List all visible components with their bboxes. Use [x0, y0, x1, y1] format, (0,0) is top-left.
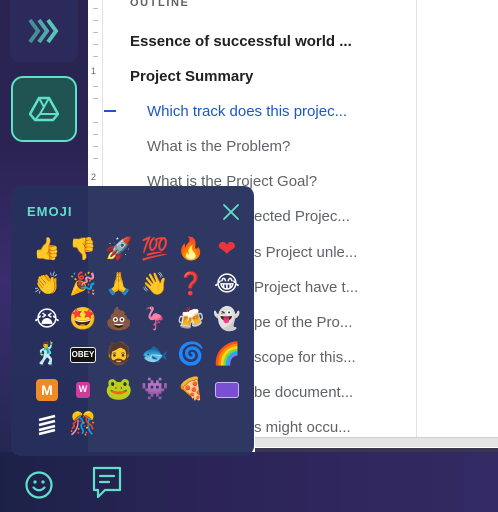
emoji-grid: 👍 👎 🚀 💯 🔥 ❤ 👏 🎉 🙏 👋 ❓ 😂 😭 🤩 💩 🦩 🍻 👻 🕺 OBEY 🧔 🐟 🌀 🌈 M W 🐸 👾 🍕 🎊	[29, 232, 245, 442]
emoji-beer-mugs[interactable]: 🍻	[173, 302, 209, 337]
google-drive-button[interactable]	[11, 76, 77, 142]
emoji-waving-hand[interactable]: 👋	[137, 267, 173, 302]
outline-item[interactable]: Project have t...	[254, 279, 358, 296]
rail-logo-button[interactable]	[10, 0, 78, 62]
outline-item[interactable]: ected Projec...	[254, 208, 350, 225]
emoji-thumbs-down[interactable]: 👎	[65, 232, 101, 267]
emoji-blue-stack-sticker[interactable]: 🌀	[173, 337, 209, 372]
outline-item[interactable]: s Project unle...	[254, 244, 357, 261]
emoji-fire[interactable]: 🔥	[173, 232, 209, 267]
emoji-folded-hands[interactable]: 🙏	[101, 267, 137, 302]
close-icon	[223, 204, 239, 220]
emoji-pink-sticker[interactable]: W	[65, 372, 101, 407]
emoji-crying-face[interactable]: 😭	[29, 302, 65, 337]
chevrons-logo-icon	[28, 18, 59, 44]
emoji-rocket[interactable]: 🚀	[101, 232, 137, 267]
emoji-pepe-frog[interactable]: 🐸	[101, 372, 137, 407]
emoji-party-character-sticker[interactable]: 🎊	[65, 407, 101, 442]
emoji-toggle-button[interactable]	[22, 468, 56, 502]
emoji-picker-panel: EMOJI 👍 👎 🚀 💯 🔥 ❤ 👏 🎉 🙏 👋 ❓ 😂 😭 🤩 💩 🦩 🍻 👻 🕺 OBEY 🧔 🐟 🌀 🌈 M W 🐸 👾 🍕 🎊	[11, 186, 254, 456]
active-outline-marker	[104, 110, 116, 112]
emoji-portrait-sticker[interactable]: 🧔	[101, 337, 137, 372]
outline-item[interactable]: Project Summary	[130, 68, 253, 85]
outline-item[interactable]: be document...	[254, 384, 353, 401]
emoji-ghost[interactable]: 👻	[209, 302, 245, 337]
emoji-question-mark[interactable]: ❓	[173, 267, 209, 302]
outline-divider	[416, 0, 417, 440]
ruler-number: 2	[91, 172, 97, 182]
smiley-icon	[25, 471, 53, 499]
ruler-number: 1	[91, 66, 97, 76]
outline-item[interactable]: Essence of successful world ...	[130, 33, 352, 50]
emoji-dancing-man[interactable]: 🕺	[29, 337, 65, 372]
outline-item[interactable]: What is the Problem?	[147, 138, 290, 155]
purple-sign-sticker-shape	[215, 381, 239, 398]
outline-item[interactable]: pe of the Pro...	[254, 314, 352, 331]
emoji-purple-sign-sticker[interactable]	[209, 372, 245, 407]
emoji-party-popper[interactable]: 🎉	[65, 267, 101, 302]
emoji-thumbs-up[interactable]: 👍	[29, 232, 65, 267]
stacked-logo-icon	[38, 414, 56, 435]
emoji-star-struck[interactable]: 🤩	[65, 302, 101, 337]
close-button[interactable]	[221, 202, 241, 222]
outline-item[interactable]: s might occu...	[254, 419, 351, 436]
emoji-stacked-logo-sticker[interactable]	[29, 407, 65, 442]
emoji-hundred-points[interactable]: 💯	[137, 232, 173, 267]
outline-item[interactable]: scope for this...	[254, 349, 356, 366]
outline-item-active[interactable]: Which track does this projec...	[147, 103, 347, 120]
emoji-obey-sticker[interactable]: OBEY	[65, 337, 101, 372]
m-logo-sticker-label: M	[36, 378, 58, 401]
emoji-red-heart[interactable]: ❤	[209, 232, 245, 267]
emoji-pile-of-poo[interactable]: 💩	[101, 302, 137, 337]
pink-sticker-label: W	[76, 381, 90, 398]
emoji-clapping-hands[interactable]: 👏	[29, 267, 65, 302]
outline-heading: OUTLINE	[130, 0, 190, 9]
emoji-m-logo-sticker[interactable]: M	[29, 372, 65, 407]
emoji-rainbow-sticker[interactable]: 🌈	[209, 337, 245, 372]
emoji-pizza[interactable]: 🍕	[173, 372, 209, 407]
emoji-space-invader[interactable]: 👾	[137, 372, 173, 407]
emoji-panel-title: EMOJI	[27, 204, 73, 219]
chat-button[interactable]	[89, 464, 125, 502]
emoji-tears-of-joy[interactable]: 😂	[209, 267, 245, 302]
obey-sticker-label: OBEY	[70, 346, 96, 363]
vertical-ruler: 1 2	[88, 0, 103, 190]
emoji-small-sticker[interactable]: 🐟	[137, 337, 173, 372]
bottom-toolbar	[0, 452, 498, 512]
emoji-flamingo[interactable]: 🦩	[137, 302, 173, 337]
horizontal-scrollbar[interactable]	[255, 437, 498, 447]
drive-icon	[29, 96, 59, 122]
chat-bubble-icon	[92, 466, 122, 499]
